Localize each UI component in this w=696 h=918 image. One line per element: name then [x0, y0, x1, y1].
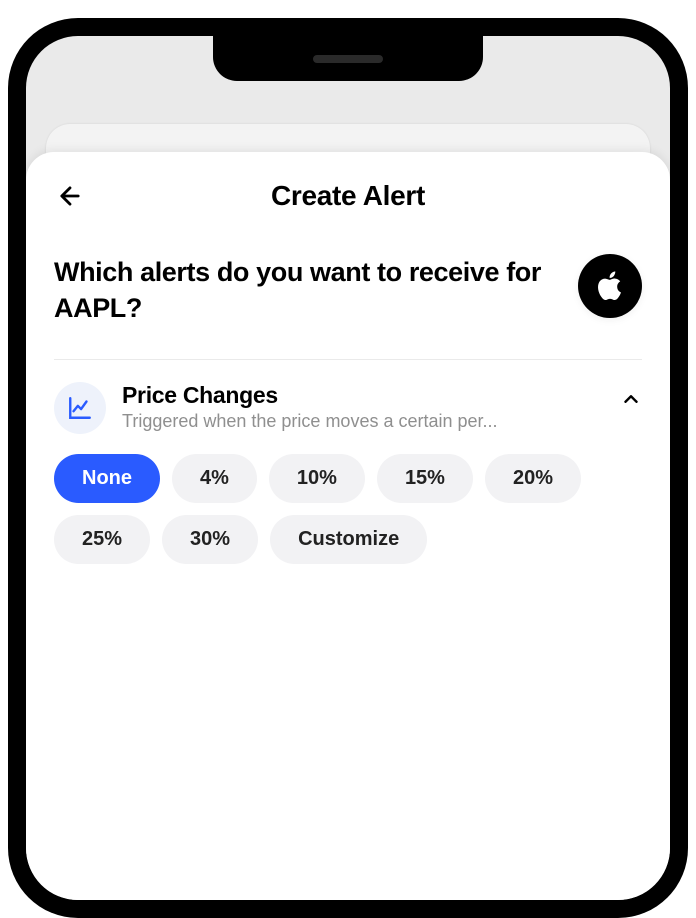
app-screen: Create Alert Which alerts do you want to…	[26, 36, 670, 900]
phone-frame: Create Alert Which alerts do you want to…	[8, 18, 688, 918]
price-changes-section: Price Changes Triggered when the price m…	[54, 360, 642, 564]
chevron-up-icon	[620, 388, 642, 415]
option-pill-15[interactable]: 15%	[377, 454, 473, 503]
question-row: Which alerts do you want to receive for …	[54, 254, 642, 360]
chart-line-icon	[67, 395, 93, 421]
page-title: Create Alert	[86, 180, 610, 212]
option-pill-none[interactable]: None	[54, 454, 160, 503]
question-suffix: ?	[126, 293, 142, 323]
phone-notch	[213, 36, 483, 81]
sheet-header: Create Alert	[54, 180, 642, 212]
phone-speaker	[313, 55, 383, 63]
option-pill-customize[interactable]: Customize	[270, 515, 427, 564]
phone-inner: Create Alert Which alerts do you want to…	[26, 36, 670, 900]
question-prefix: Which alerts do you want to receive for	[54, 257, 541, 287]
create-alert-sheet: Create Alert Which alerts do you want to…	[26, 152, 670, 900]
back-button[interactable]	[54, 180, 86, 212]
ticker-avatar	[578, 254, 642, 318]
option-pill-25[interactable]: 25%	[54, 515, 150, 564]
apple-icon	[593, 269, 627, 303]
option-pills: None4%10%15%20% 25%30%Customize	[54, 454, 642, 564]
section-icon-container	[54, 382, 106, 434]
option-pill-10[interactable]: 10%	[269, 454, 365, 503]
question-ticker: AAPL	[54, 293, 126, 323]
option-pill-4[interactable]: 4%	[172, 454, 257, 503]
section-description: Triggered when the price moves a certain…	[122, 411, 604, 432]
back-arrow-icon	[56, 182, 84, 210]
section-header[interactable]: Price Changes Triggered when the price m…	[54, 382, 642, 434]
question-text: Which alerts do you want to receive for …	[54, 254, 562, 327]
option-pill-20[interactable]: 20%	[485, 454, 581, 503]
section-title: Price Changes	[122, 382, 604, 409]
section-text: Price Changes Triggered when the price m…	[122, 382, 604, 432]
option-pill-30[interactable]: 30%	[162, 515, 258, 564]
